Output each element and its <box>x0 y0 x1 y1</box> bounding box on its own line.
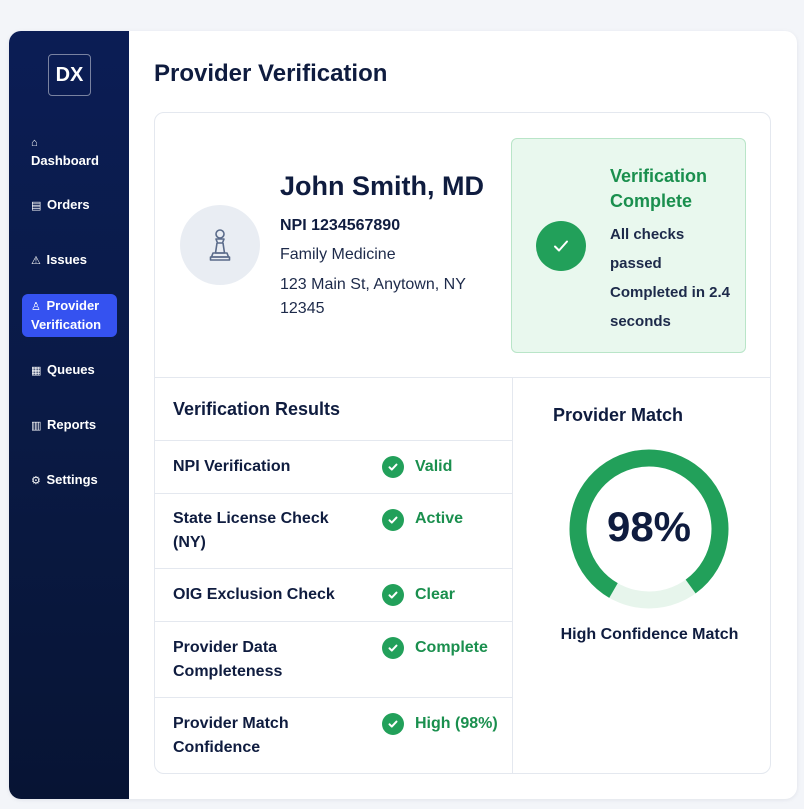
match-percentage: 98% <box>606 503 692 550</box>
provider-npi: NPI 1234567890 <box>280 217 401 234</box>
section-divider <box>155 377 770 378</box>
provider-address: 123 Main St, Anytown, NY 12345 <box>280 276 466 317</box>
result-label: NPI Verification <box>173 458 291 475</box>
reports-icon: ▥ <box>31 420 42 432</box>
check-circle-icon <box>536 221 586 271</box>
result-value: Active <box>415 510 464 527</box>
page-title: Provider Verification <box>154 60 388 87</box>
result-value: High (98%) <box>415 715 498 732</box>
warning-icon: ⚠ <box>31 255 41 267</box>
match-caption: High Confidence Match <box>560 626 739 643</box>
result-value: Complete <box>415 639 488 656</box>
orders-icon: ▤ <box>31 200 42 212</box>
check-circle-icon <box>382 456 404 478</box>
app-window: DX ⌂ Dashboard ▤ Orders ⚠ Issues ♙ Provi… <box>9 31 797 799</box>
table-row: OIG Exclusion Check Clear <box>155 568 512 621</box>
result-label: Provider Match Confidence <box>173 715 289 756</box>
sidebar-item-settings[interactable]: ⚙ Settings <box>22 471 117 490</box>
avatar <box>180 205 260 285</box>
status-details: All checks passed Completed in 2.4 secon… <box>610 220 735 336</box>
result-value: Clear <box>415 586 456 603</box>
sidebar-item-label: Queues <box>47 362 95 377</box>
sidebar-item-orders[interactable]: ▤ Orders <box>22 196 117 215</box>
table-row: State License Check (NY) Active <box>155 493 512 568</box>
results-title: Verification Results <box>173 399 341 419</box>
sidebar-item-queues[interactable]: ▦ Queues <box>22 361 117 380</box>
sidebar-item-label: Provider Verification <box>31 298 102 332</box>
sidebar-item-label: Reports <box>47 417 97 432</box>
sidebar-item-label: Issues <box>46 252 87 267</box>
queues-icon: ▦ <box>31 365 42 377</box>
sidebar-item-label: Settings <box>46 472 98 487</box>
sidebar: DX ⌂ Dashboard ▤ Orders ⚠ Issues ♙ Provi… <box>9 31 129 799</box>
user-icon: ♙ <box>31 301 41 313</box>
result-label: State License Check (NY) <box>173 510 329 551</box>
provider-name: John Smith, MD <box>280 171 484 201</box>
sidebar-item-provider-verification[interactable]: ♙ Provider Verification <box>22 294 117 337</box>
check-circle-icon <box>382 509 404 531</box>
gear-icon: ⚙ <box>31 475 41 487</box>
provider-specialty: Family Medicine <box>280 246 396 263</box>
status-title: Verification Complete <box>610 166 708 211</box>
sidebar-item-dashboard[interactable]: ⌂ Dashboard <box>22 133 117 169</box>
match-title: Provider Match <box>553 405 684 425</box>
status-line-checks: All checks passed <box>610 226 685 272</box>
result-label: Provider Data Completeness <box>173 639 283 680</box>
column-divider <box>512 378 513 774</box>
sidebar-item-label: Orders <box>47 197 90 212</box>
home-icon: ⌂ <box>31 137 38 149</box>
sidebar-item-label: Dashboard <box>31 153 99 168</box>
sidebar-item-reports[interactable]: ▥ Reports <box>22 416 117 435</box>
check-circle-icon <box>382 584 404 606</box>
result-label: OIG Exclusion Check <box>173 586 335 603</box>
sidebar-item-issues[interactable]: ⚠ Issues <box>22 251 117 270</box>
table-row: Provider Match Confidence High (98%) <box>155 697 512 774</box>
table-row: NPI Verification Valid <box>155 440 512 493</box>
status-line-duration: Completed in 2.4 seconds <box>610 284 731 330</box>
verification-status-panel: Verification Complete All checks passed … <box>511 138 746 353</box>
app-logo: DX <box>48 54 91 96</box>
table-row: Provider Data Completeness Complete <box>155 621 512 697</box>
check-circle-icon <box>382 637 404 659</box>
provider-card: John Smith, MD NPI 1234567890 Family Med… <box>154 112 771 774</box>
result-value: Valid <box>415 458 453 475</box>
chess-pawn-icon <box>209 229 231 261</box>
